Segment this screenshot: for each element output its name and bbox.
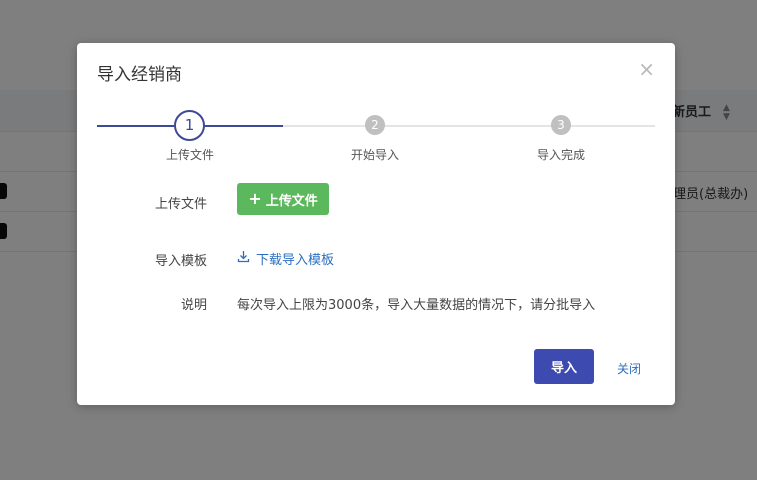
download-template-link[interactable]: 下载导入模板 [237,249,334,268]
step-3-indicator: 3 [551,115,571,135]
step-3-label: 导入完成 [537,148,586,162]
import-template-label: 导入模板 [154,254,207,269]
dialog-title: 导入经销商 [97,65,182,85]
step-progress-line [283,125,655,127]
step-2-label: 开始导入 [351,148,400,162]
step-1-label: 上传文件 [166,148,215,162]
upload-button-label: 上传文件 [265,193,318,209]
upload-file-label: 上传文件 [154,197,207,212]
import-dealer-dialog: 导入经销商 × 1 2 3 上传文件 开始导入 导入完成 上传文件 + 上传文件… [77,43,675,405]
description-text: 每次导入上限为3000条，导入大量数据的情况下，请分批导入 [237,298,596,313]
step-2-indicator: 2 [365,115,385,135]
download-icon [237,250,250,267]
description-label: 说明 [180,298,207,313]
close-icon[interactable]: × [638,59,655,79]
upload-file-button[interactable]: + 上传文件 [237,183,329,215]
close-button[interactable]: 关闭 [617,360,641,377]
import-button[interactable]: 导入 [534,349,594,384]
step-1-indicator: 1 [174,110,205,141]
plus-icon: + [248,189,262,208]
download-template-text: 下载导入模板 [256,253,335,268]
